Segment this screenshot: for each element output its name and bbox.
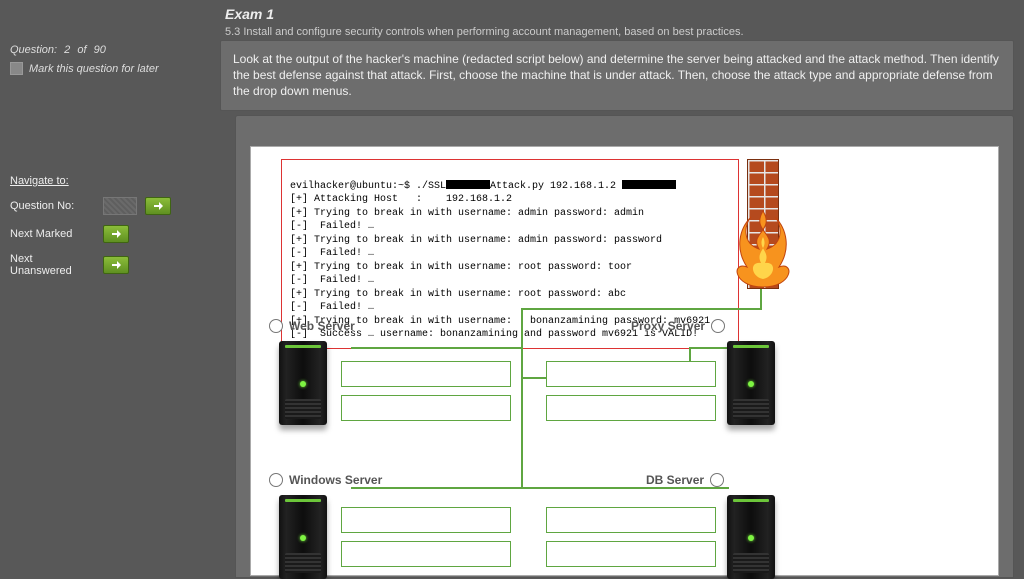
windows-server-label: Windows Server (289, 473, 382, 487)
arrow-right-icon (152, 200, 164, 212)
windows-server-icon (279, 495, 327, 579)
mark-for-later[interactable]: Mark this question for later (10, 62, 205, 75)
web-server-radio[interactable] (269, 319, 283, 333)
windows-attack-dropdown[interactable] (341, 507, 511, 533)
db-attack-dropdown[interactable] (546, 507, 716, 533)
mark-checkbox[interactable] (10, 62, 23, 75)
db-server-icon (727, 495, 775, 579)
web-server-icon (279, 341, 327, 425)
go-question-button[interactable] (145, 197, 171, 215)
question-text: Look at the output of the hacker's machi… (220, 40, 1014, 111)
windows-defense-dropdown[interactable] (341, 541, 511, 567)
proxy-server-label: Proxy Server (631, 319, 705, 333)
exam-title: Exam 1 (225, 6, 1014, 22)
next-marked-button[interactable] (103, 225, 129, 243)
firewall-icon (747, 159, 779, 289)
question-no-input[interactable] (103, 197, 137, 215)
proxy-server-icon (727, 341, 775, 425)
web-server-label: Web Server (289, 319, 355, 333)
redaction (622, 180, 676, 189)
next-unanswered-label: Next Unanswered (10, 253, 95, 277)
db-server-label: DB Server (646, 473, 704, 487)
db-server-radio[interactable] (710, 473, 724, 487)
proxy-defense-dropdown[interactable] (546, 395, 716, 421)
question-counter: Question: 2 of 90 (10, 44, 205, 56)
question-no-label: Question No: (10, 200, 95, 212)
windows-server-radio[interactable] (269, 473, 283, 487)
flame-icon (732, 209, 794, 289)
navigate-heading: Navigate to: (10, 175, 205, 187)
proxy-attack-dropdown[interactable] (546, 361, 716, 387)
db-defense-dropdown[interactable] (546, 541, 716, 567)
web-attack-dropdown[interactable] (341, 361, 511, 387)
next-unanswered-button[interactable] (103, 256, 129, 274)
redaction (446, 180, 490, 189)
mark-label: Mark this question for later (29, 63, 159, 75)
arrow-right-icon (110, 228, 122, 240)
arrow-right-icon (110, 259, 122, 271)
next-marked-label: Next Marked (10, 228, 95, 240)
proxy-server-radio[interactable] (711, 319, 725, 333)
web-defense-dropdown[interactable] (341, 395, 511, 421)
exam-subtitle: 5.3 Install and configure security contr… (225, 26, 1014, 38)
work-area: evilhacker@ubuntu:~$ ./SSLAttack.py 192.… (235, 115, 1014, 578)
diagram-canvas: evilhacker@ubuntu:~$ ./SSLAttack.py 192.… (250, 146, 999, 576)
